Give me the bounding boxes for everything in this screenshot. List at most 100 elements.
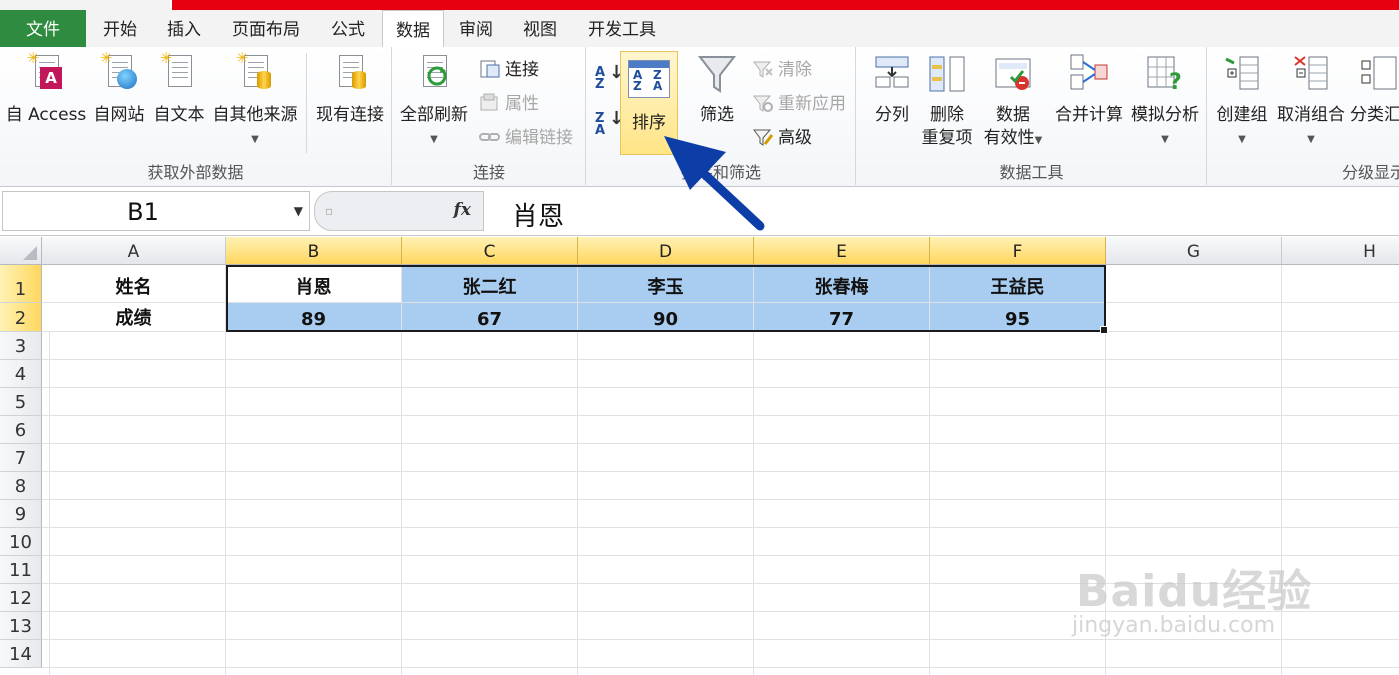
row-header-9[interactable]: 9: [0, 500, 42, 528]
advanced-filter-button[interactable]: 高级: [752, 125, 812, 151]
tab-data[interactable]: 数据: [382, 10, 444, 48]
column-header-b[interactable]: B: [226, 237, 402, 265]
sort-dialog-icon: AZ ZA: [628, 60, 670, 98]
chevron-down-icon: ▼: [1161, 134, 1169, 145]
column-header-d[interactable]: D: [578, 237, 754, 265]
chevron-down-icon[interactable]: ▼: [294, 204, 303, 218]
filter-button[interactable]: 筛选: [692, 51, 742, 127]
separator: [306, 53, 307, 153]
connections-icon: [479, 59, 501, 79]
data-validation-button[interactable]: 数据 有效性▼: [979, 51, 1047, 152]
row-header-6[interactable]: 6: [0, 416, 42, 444]
cell-a2[interactable]: 成绩: [42, 303, 226, 332]
connections-button[interactable]: 连接: [479, 57, 539, 83]
window-title-bar: [172, 0, 1399, 10]
cell-g1[interactable]: [1106, 265, 1282, 303]
row-header-12[interactable]: 12: [0, 584, 42, 612]
group-label-external: 获取外部数据: [147, 163, 244, 182]
cell-a1[interactable]: 姓名: [42, 265, 226, 303]
data-validation-icon: [993, 51, 1033, 97]
row-header-14[interactable]: 14: [0, 640, 42, 668]
chevron-down-icon: ▼: [430, 134, 438, 145]
tab-formulas[interactable]: 公式: [316, 10, 380, 47]
worksheet-grid[interactable]: A B C D E F G H 1 2 3 4 5 6 7 8 9 10 11 …: [0, 237, 1399, 675]
row-header-5[interactable]: 5: [0, 388, 42, 416]
from-web-button[interactable]: ✳ 自网站: [90, 51, 148, 127]
cell-f2[interactable]: 95: [930, 303, 1106, 332]
subtotal-button[interactable]: 分类汇总: [1350, 51, 1399, 127]
globe-icon: ✳: [99, 51, 139, 97]
from-other-sources-button[interactable]: ✳ 自其他来源 ▼: [208, 51, 302, 147]
refresh-all-button[interactable]: 全部刷新 ▼: [397, 51, 471, 147]
column-header-g[interactable]: G: [1106, 237, 1282, 265]
cell-c2[interactable]: 67: [402, 303, 578, 332]
resize-handle-icon[interactable]: ▫: [325, 204, 333, 218]
sort-ascending-button[interactable]: A Z ↓: [595, 64, 624, 92]
tab-developer[interactable]: 开发工具: [572, 10, 672, 47]
formula-input[interactable]: 肖恩: [512, 196, 564, 233]
row-header-8[interactable]: 8: [0, 472, 42, 500]
tab-review[interactable]: 审阅: [444, 10, 508, 47]
cell-b1[interactable]: 肖恩: [226, 265, 402, 303]
column-header-f[interactable]: F: [930, 237, 1106, 265]
cell-g2[interactable]: [1106, 303, 1282, 332]
row-header-4[interactable]: 4: [0, 360, 42, 388]
subtotal-icon: [1358, 51, 1398, 97]
from-text-button[interactable]: ✳ 自文本: [150, 51, 208, 127]
name-box[interactable]: B1 ▼: [2, 191, 310, 231]
ungroup-button[interactable]: 取消组合 ▼: [1274, 51, 1348, 147]
clear-filter-button[interactable]: 清除: [752, 57, 812, 83]
column-header-a[interactable]: A: [42, 237, 226, 265]
consolidate-icon: [1069, 51, 1109, 97]
edit-links-button[interactable]: 编辑链接: [479, 125, 573, 151]
cell-d1[interactable]: 李玉: [578, 265, 754, 303]
tab-home[interactable]: 开始: [88, 10, 152, 47]
what-if-analysis-button[interactable]: ? 模拟分析 ▼: [1127, 51, 1203, 147]
existing-connections-button[interactable]: 现有连接: [310, 51, 390, 127]
row-header-1[interactable]: 1: [0, 265, 42, 303]
cell-e1[interactable]: 张春梅: [754, 265, 930, 303]
group-button[interactable]: 创建组 ▼: [1210, 51, 1274, 147]
remove-duplicates-button[interactable]: 删除 重复项: [919, 51, 975, 150]
column-header-h[interactable]: H: [1282, 237, 1399, 265]
access-icon: ✳ A: [26, 51, 66, 97]
row-header-7[interactable]: 7: [0, 444, 42, 472]
group-get-external-data: ✳ A 自 Access ✳ 自网站 ✳ 自文本 ✳ 自其他来源 ▼ 现有连接 获…: [0, 47, 392, 185]
cell-e2[interactable]: 77: [754, 303, 930, 332]
chevron-down-icon: ▼: [1238, 134, 1246, 145]
tab-page-layout[interactable]: 页面布局: [216, 10, 316, 47]
tab-file[interactable]: 文件: [0, 10, 86, 47]
chevron-down-icon: ▼: [251, 134, 259, 145]
group-label-outline: 分级显示: [1341, 163, 1399, 182]
cell-b2[interactable]: 89: [226, 303, 402, 332]
reapply-filter-button[interactable]: 重新应用: [752, 91, 846, 117]
grid-lines: [42, 332, 1399, 675]
properties-button[interactable]: 属性: [479, 91, 539, 117]
row-header-13[interactable]: 13: [0, 612, 42, 640]
select-all-corner[interactable]: [0, 237, 42, 265]
database-icon: ✳: [235, 51, 275, 97]
insert-function-button[interactable]: fx: [454, 200, 471, 220]
quick-access-toolbar[interactable]: [0, 0, 170, 10]
row-header-11[interactable]: 11: [0, 556, 42, 584]
sort-button[interactable]: AZ ZA 排序: [620, 51, 678, 155]
column-header-e[interactable]: E: [754, 237, 930, 265]
consolidate-button[interactable]: 合并计算: [1051, 51, 1127, 127]
cell-h2[interactable]: [1282, 303, 1399, 332]
row-header-10[interactable]: 10: [0, 528, 42, 556]
remove-duplicates-icon: [927, 51, 967, 97]
cell-h1[interactable]: [1282, 265, 1399, 303]
from-access-button[interactable]: ✳ A 自 Access: [4, 51, 88, 127]
row-header-3[interactable]: 3: [0, 332, 42, 360]
tab-insert[interactable]: 插入: [152, 10, 216, 47]
column-header-c[interactable]: C: [402, 237, 578, 265]
row-header-2[interactable]: 2: [0, 303, 42, 332]
cell-c1[interactable]: 张二红: [402, 265, 578, 303]
cell-d2[interactable]: 90: [578, 303, 754, 332]
group-connections: 全部刷新 ▼ 连接 属性 编辑链接 连接: [393, 47, 586, 185]
sort-descending-button[interactable]: Z A ↓: [595, 110, 624, 138]
cell-f1[interactable]: 王益民: [930, 265, 1106, 303]
tab-view[interactable]: 视图: [508, 10, 572, 47]
text-to-columns-button[interactable]: 分列: [861, 51, 923, 127]
ribbon: ✳ A 自 Access ✳ 自网站 ✳ 自文本 ✳ 自其他来源 ▼ 现有连接 获…: [0, 47, 1399, 187]
